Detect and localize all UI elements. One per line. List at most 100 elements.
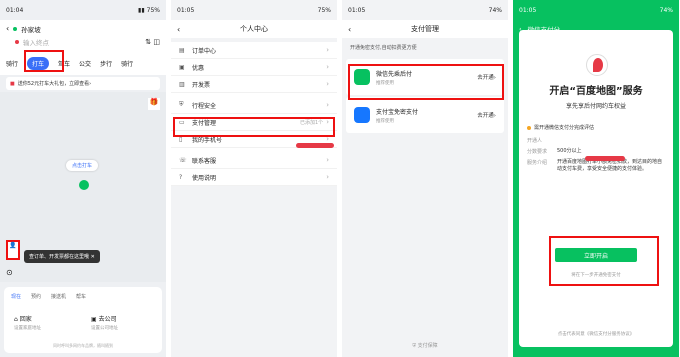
tab-ride[interactable]: 骑行	[121, 59, 133, 68]
origin-field[interactable]: ‹ 孙家坡	[6, 22, 160, 35]
page-title: 个人中心	[240, 25, 268, 33]
method-sub: 推荐使用	[376, 118, 394, 124]
service-title: 开启“百度地图”服务	[549, 86, 643, 97]
work-title: 去公司	[98, 316, 117, 323]
back-icon[interactable]: ‹	[177, 25, 180, 34]
status-time: 01:05	[519, 6, 537, 14]
work-shortcut[interactable]: ▣ 去公司设置公司地址	[85, 312, 158, 333]
start-highlight	[549, 236, 659, 286]
promo-banner[interactable]: ■ 送你52元打车大礼包，立即查看›	[6, 77, 160, 90]
destination-field[interactable]: 输入终点 ⇅ ◫	[6, 35, 160, 48]
doc-icon: ▤	[179, 46, 185, 54]
status-bar: 01:05 75%	[171, 0, 337, 20]
menu-list: ▤ 订单中心 › ▣ 优惠 › ▥ 开发票 › ⛨ 行程安全 › ▭ 支付管理 已添加1个 › ▯ 我的手机号 › ☏…	[171, 42, 337, 186]
service-subtitle: 享先享后付网约车权益	[565, 103, 626, 110]
call-taxi-pill[interactable]: 点击打车	[66, 160, 99, 171]
status-bar: 01:05 74%	[513, 0, 679, 20]
status-bar: 01:05 74%	[342, 0, 508, 20]
status-time: 01:05	[348, 6, 366, 14]
origin-dot-icon	[13, 26, 18, 31]
kv-key: 开通人	[527, 138, 543, 144]
screenshot-collage: 01:04 ▮▮ 75% ‹ 孙家坡 输入终点 ⇅ ◫ 骑行 打车 驾车 公交 步行 …	[0, 0, 680, 357]
tab-reserve[interactable]: 预约	[31, 293, 41, 300]
baidu-map-icon	[586, 54, 608, 76]
agreement-link[interactable]: 点击代表同意《微信支付分服务协议》	[519, 331, 673, 337]
title-bar: ‹ 个人中心	[171, 20, 337, 38]
chevron-right-icon: ›	[326, 46, 329, 54]
method-name: 支付宝免密支付	[376, 108, 419, 116]
status-bar: 01:04 ▮▮ 75%	[0, 0, 166, 20]
personal-center-panel: 01:05 75% ‹ 个人中心 ▤ 订单中心 › ▣ 优惠 › ▥ 开发票 › ⛨ 行程安全 › ▭ 支…	[171, 0, 337, 357]
back-icon[interactable]: ‹	[348, 25, 351, 34]
wechat-highlight	[348, 64, 504, 100]
payment-management-panel: 01:05 74% ‹ 支付管理 开通免密支付,自动扣费更方便 微信先乘后付 推荐…	[342, 0, 508, 357]
work-sub: 设置公司地址	[91, 326, 118, 331]
tab-bus[interactable]: 公交	[79, 59, 91, 68]
user-icon: 👤	[9, 242, 17, 249]
close-icon[interactable]: ✕	[91, 254, 95, 260]
chevron-right-icon: ›	[326, 156, 329, 164]
gift-box-icon[interactable]: 🎁	[148, 98, 160, 110]
destination-dot-icon	[15, 39, 19, 44]
help-icon: ?	[179, 173, 183, 181]
invoice-icon: ▥	[179, 80, 185, 88]
route-input-box: ‹ 孙家坡 输入终点 ⇅ ◫	[0, 20, 166, 52]
back-icon[interactable]: ‹	[6, 24, 9, 33]
home-shortcut[interactable]: ⌂ 回家 设置家庭地址	[8, 312, 81, 333]
alipay-open-button[interactable]: 去开通›	[477, 111, 496, 119]
chevron-right-icon: ›	[326, 63, 329, 71]
authorize-card: 开启“百度地图”服务 享先享后付网约车权益 需开通微信支付分完成评估 开通人 分…	[519, 30, 673, 347]
alipay-card[interactable]: 支付宝免密支付 推荐使用 去开通›	[346, 97, 504, 133]
menu-row[interactable]: ▤ 订单中心 ›	[171, 42, 337, 59]
menu-row[interactable]: ☏ 联系客服 ›	[171, 152, 337, 169]
origin-text: 孙家坡	[21, 25, 41, 34]
service-info: 需开通微信支付分完成评估 开通人 分数要求 500分以上 服务介绍 开通百度地图打车…	[527, 124, 665, 173]
status-time: 01:04	[6, 6, 24, 14]
menu-label: 优惠	[192, 64, 205, 72]
menu-row[interactable]: ▣ 优惠 ›	[171, 59, 337, 76]
payment-row-highlight	[173, 117, 335, 137]
status-battery: 75%	[146, 6, 160, 14]
my-account-button[interactable]: 👤	[6, 240, 20, 260]
tooltip-text: 查订单、开发票都在这里哦	[29, 254, 90, 260]
kv-value: 500分以上	[557, 148, 582, 154]
status-time: 01:05	[177, 6, 195, 14]
alipay-icon	[354, 107, 370, 123]
tab-now[interactable]: 现在	[11, 293, 21, 300]
chevron-right-icon: ›	[326, 80, 329, 88]
redacted-phone	[296, 143, 334, 148]
locate-icon[interactable]: ⊙	[6, 268, 13, 277]
gift-icon: ■	[10, 80, 15, 87]
home-title: 回家	[19, 316, 32, 323]
tab-walk2[interactable]: 步行	[100, 59, 112, 68]
kv-value: 开通百度地图打车小额免密扣款，到达目的地自动支付车费，享受安全便捷的支付体验。	[557, 159, 663, 172]
kv-key: 服务介绍	[527, 160, 548, 166]
shield-icon: ⛨	[179, 101, 184, 108]
menu-row[interactable]: ⛨ 行程安全 ›	[171, 97, 337, 114]
tab-help[interactable]: 帮车	[76, 293, 86, 300]
footer-text: 支付保障	[417, 343, 438, 349]
menu-row[interactable]: ? 使用说明 ›	[171, 169, 337, 186]
requirement-text: 需开通微信支付分完成评估	[534, 125, 595, 131]
destination-placeholder: 输入终点	[23, 38, 49, 47]
swap-icon[interactable]: ⇅ ◫	[145, 38, 160, 46]
menu-row[interactable]: ▥ 开发票 ›	[171, 76, 337, 93]
orders-tooltip: 查订单、开发票都在这里哦 ✕	[24, 250, 100, 263]
status-battery: 75%	[317, 6, 331, 14]
tab-airport[interactable]: 接送机	[51, 293, 66, 300]
payment-guarantee: ⛨ 支付保障	[342, 342, 508, 349]
briefcase-icon: ▣	[91, 316, 99, 323]
later-note: 将在下一步开通免密支付	[571, 273, 621, 278]
taxi-tab-highlight	[24, 50, 64, 72]
redacted-name	[585, 156, 625, 161]
tab-walk[interactable]: 骑行	[6, 59, 18, 68]
home-sub: 设置家庭地址	[14, 326, 41, 331]
service-icon: ☏	[179, 156, 187, 164]
warning-icon	[527, 125, 531, 130]
kv-key: 分数要求	[527, 149, 548, 155]
bottom-footer: 同时呼叫多网约车品牌，随叫随到	[53, 343, 113, 348]
status-battery: 74%	[659, 6, 673, 14]
signal-icon: ▮▮	[138, 6, 145, 14]
location-pin-icon	[79, 180, 89, 190]
chevron-right-icon: ›	[326, 101, 329, 109]
